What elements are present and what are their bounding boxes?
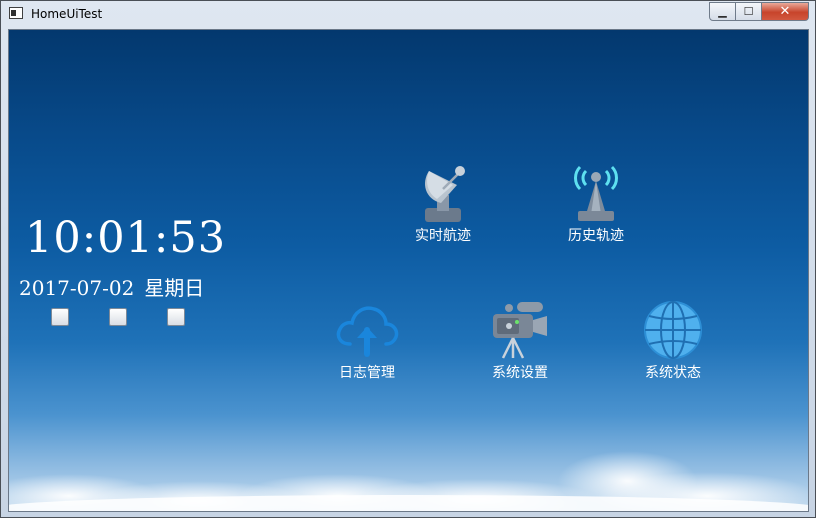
cloud-upload-icon bbox=[336, 306, 399, 357]
checkbox-2[interactable] bbox=[109, 308, 127, 326]
minimize-button[interactable]: ▁ bbox=[709, 2, 736, 21]
maximize-button[interactable]: ☐ bbox=[736, 2, 762, 21]
tile-history-track-label: 历史轨迹 bbox=[568, 228, 624, 244]
radio-tower-icon bbox=[574, 165, 618, 221]
window-title: HomeUiTest bbox=[31, 7, 103, 21]
tile-system-settings[interactable]: 系统设置 bbox=[470, 300, 570, 382]
tile-log-management-label: 日志管理 bbox=[339, 365, 395, 381]
clock-weekday: 星期日 bbox=[144, 276, 205, 300]
title-bar[interactable]: HomeUiTest ▁ ☐ ✕ bbox=[1, 1, 815, 28]
minimize-icon: ▁ bbox=[718, 5, 727, 18]
close-icon: ✕ bbox=[779, 4, 791, 19]
video-camera-icon bbox=[493, 302, 547, 359]
clock-date-row: 2017-07-02 星期日 bbox=[19, 272, 204, 301]
tile-realtime-track-label: 实时航迹 bbox=[415, 228, 471, 244]
satellite-dish-icon bbox=[425, 166, 465, 222]
app-icon bbox=[9, 7, 23, 19]
clock-date: 2017-07-02 bbox=[19, 276, 135, 300]
checkbox-1[interactable] bbox=[51, 308, 69, 326]
tile-log-management[interactable]: 日志管理 bbox=[317, 300, 417, 382]
cloud-background bbox=[9, 451, 808, 511]
checkbox-3[interactable] bbox=[167, 308, 185, 326]
globe-icon bbox=[644, 301, 702, 359]
tile-system-settings-label: 系统设置 bbox=[492, 365, 548, 381]
tile-realtime-track[interactable]: 实时航迹 bbox=[393, 163, 493, 245]
close-button[interactable]: ✕ bbox=[762, 2, 809, 21]
window-controls: ▁ ☐ ✕ bbox=[709, 2, 809, 21]
tile-system-status[interactable]: 系统状态 bbox=[623, 300, 723, 382]
main-panel: 10:01:53 2017-07-02 星期日 实时航迹 历史轨迹 日志管理 系… bbox=[8, 29, 809, 512]
clock-time: 10:01:53 bbox=[25, 213, 227, 263]
tile-history-track[interactable]: 历史轨迹 bbox=[546, 163, 646, 245]
app-window: HomeUiTest ▁ ☐ ✕ 10:01:53 2017-07-02 星期日… bbox=[0, 0, 816, 518]
tile-system-status-label: 系统状态 bbox=[645, 365, 701, 381]
maximize-icon: ☐ bbox=[743, 5, 754, 18]
